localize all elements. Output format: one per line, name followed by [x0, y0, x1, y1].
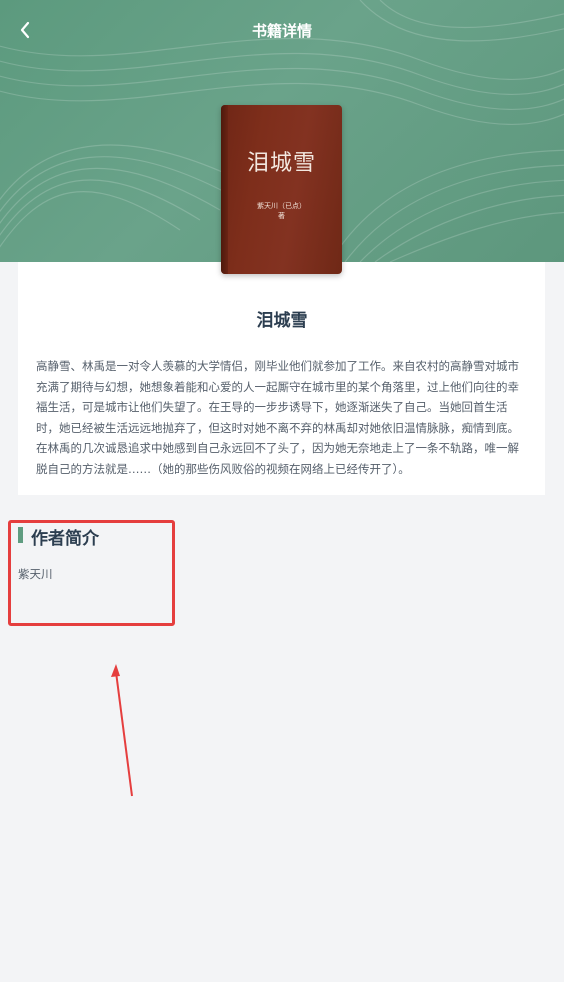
annotation-arrow-icon [111, 664, 133, 797]
book-description: 高静雪、林禹是一对令人羡慕的大学情侣，刚毕业他们就参加了工作。来自农村的高静雪对… [36, 359, 519, 476]
cover-author-suffix: 著 [278, 212, 285, 220]
book-name: 泪城雪 [256, 311, 308, 331]
cover-title: 泪城雪 [246, 151, 316, 176]
book-spine [221, 105, 228, 274]
cover-author-name: 紫天川（已点） [257, 202, 306, 210]
page-title: 书籍详情 [251, 22, 312, 40]
cover-author: 紫天川（已点） 著 [221, 201, 342, 221]
annotation-highlight-box [8, 520, 175, 626]
book-cover: 泪城雪 紫天川（已点） 著 [221, 105, 342, 274]
